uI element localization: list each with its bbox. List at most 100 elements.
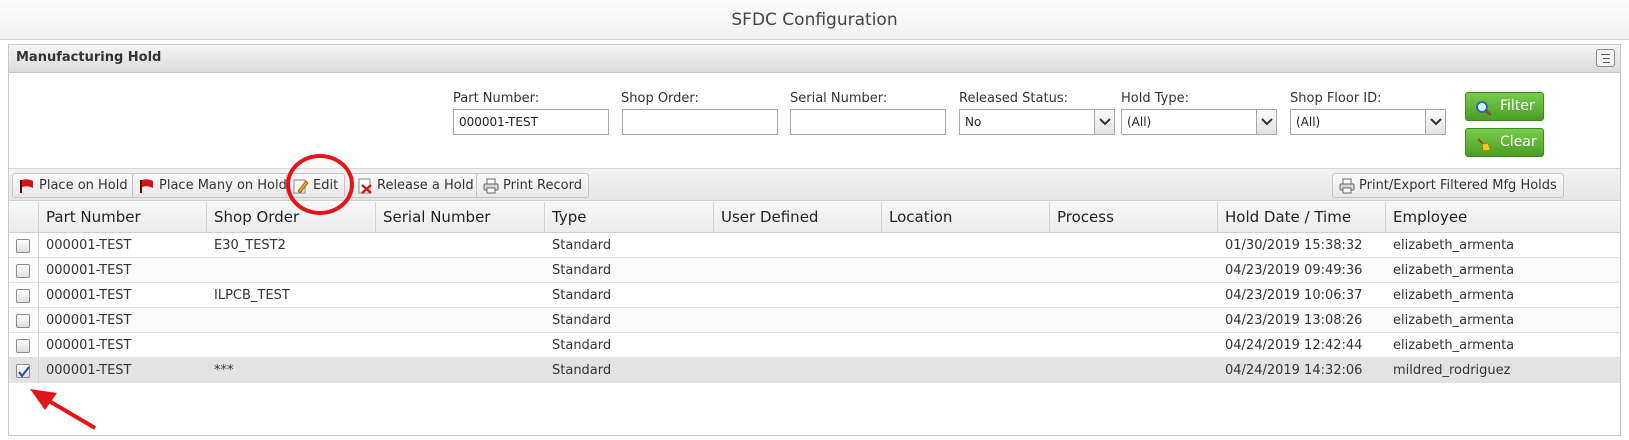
cell-process [1050, 233, 1218, 258]
cell-serial-number [376, 333, 545, 358]
column-header-part-number[interactable]: Part Number [39, 202, 207, 233]
cell-part-number: 000001-TEST [46, 363, 132, 378]
cell-location [882, 333, 1050, 358]
column-header-process[interactable]: Process [1050, 202, 1218, 233]
red-flag-icon [139, 178, 155, 194]
cell-user-defined [714, 333, 882, 358]
table-row[interactable]: 000001-TEST E30_TEST2 Standard 01/30/2019 1… [9, 233, 1620, 258]
red-flag-icon [19, 178, 35, 194]
cell-serial-number [376, 283, 545, 308]
cell-user-defined [714, 258, 882, 283]
print-export-filtered-button[interactable]: Print/Export Filtered Mfg Holds [1332, 173, 1564, 198]
place-on-hold-label: Place on Hold [39, 178, 128, 193]
cell-part-number: 000001-TEST [46, 338, 132, 353]
printer-icon [483, 178, 499, 194]
cell-shop-order [207, 258, 376, 283]
column-header-hold-date-time[interactable]: Hold Date / Time [1218, 202, 1386, 233]
grid-header: Part Number Shop Order Serial Number Typ… [9, 202, 1620, 233]
release-a-hold-button[interactable]: Release a Hold [350, 173, 481, 198]
panel-options-icon[interactable] [1596, 49, 1615, 67]
cell-type: Standard [552, 313, 612, 328]
column-header-shop-order[interactable]: Shop Order [207, 202, 376, 233]
cell-user-defined [714, 233, 882, 258]
panel-title: Manufacturing Hold [16, 50, 162, 65]
release-a-hold-label: Release a Hold [377, 178, 474, 193]
shop-order-label: Shop Order: [621, 91, 699, 106]
row-checkbox[interactable] [16, 289, 30, 303]
cell-user-defined [714, 308, 882, 333]
hold-type-label: Hold Type: [1121, 91, 1189, 106]
cell-serial-number [376, 358, 545, 383]
shop-floor-id-select[interactable]: (All) [1290, 109, 1446, 135]
cell-type: Standard [552, 363, 612, 378]
released-status-value: No [965, 115, 982, 129]
serial-number-input[interactable] [790, 109, 946, 135]
cell-part-number: 000001-TEST [46, 238, 132, 253]
part-number-input[interactable]: 000001-TEST [453, 109, 609, 135]
filter-button[interactable]: Filter [1465, 92, 1544, 121]
place-many-on-hold-button[interactable]: Place Many on Hold [132, 173, 294, 198]
cell-serial-number [376, 233, 545, 258]
shop-floor-id-value: (All) [1296, 115, 1321, 129]
column-header-user-defined[interactable]: User Defined [714, 202, 882, 233]
chevron-down-icon[interactable] [1256, 110, 1276, 134]
row-checkbox[interactable] [16, 314, 30, 328]
cell-type: Standard [552, 338, 612, 353]
shop-floor-id-label: Shop Floor ID: [1290, 91, 1382, 106]
column-header-employee[interactable]: Employee [1386, 202, 1620, 233]
broom-icon [1475, 135, 1493, 152]
place-many-on-hold-label: Place Many on Hold [159, 178, 287, 193]
cell-shop-order [207, 333, 376, 358]
cell-hold-date-time: 04/23/2019 10:06:37 [1225, 288, 1363, 303]
serial-number-label: Serial Number: [790, 91, 888, 106]
row-select-cell [9, 258, 39, 283]
row-select-cell [9, 333, 39, 358]
app-title: SFDC Configuration [0, 0, 1629, 40]
table-row[interactable]: 000001-TEST ILPCB_TEST Standard 04/23/2019 … [9, 283, 1620, 308]
released-status-select[interactable]: No [959, 109, 1115, 135]
row-select-cell [9, 308, 39, 333]
cell-location [882, 233, 1050, 258]
table-row[interactable]: 000001-TEST Standard 04/23/2019 13:08:26 el… [9, 308, 1620, 333]
manufacturing-hold-panel: Manufacturing Hold Part Number: 000001-T… [8, 44, 1621, 436]
print-record-button[interactable]: Print Record [476, 173, 589, 198]
clear-button[interactable]: Clear [1465, 128, 1544, 157]
grid-toolbar: Place on Hold Place Many on Hold Edit Re… [9, 169, 1620, 201]
column-header-serial-number[interactable]: Serial Number [376, 202, 545, 233]
hold-type-select[interactable]: (All) [1121, 109, 1277, 135]
row-checkbox[interactable] [16, 364, 30, 378]
row-select-cell [9, 283, 39, 308]
print-export-filtered-label: Print/Export Filtered Mfg Holds [1359, 178, 1557, 193]
cell-part-number: 000001-TEST [46, 313, 132, 328]
row-checkbox[interactable] [16, 264, 30, 278]
place-on-hold-button[interactable]: Place on Hold [12, 173, 135, 198]
cell-shop-order [207, 308, 376, 333]
cell-process [1050, 283, 1218, 308]
chevron-down-icon[interactable] [1094, 110, 1114, 134]
part-number-label: Part Number: [453, 91, 540, 106]
cell-shop-order: *** [214, 363, 234, 378]
cell-employee: elizabeth_armenta [1393, 338, 1515, 353]
cell-employee: elizabeth_armenta [1393, 263, 1515, 278]
filter-bar: Part Number: 000001-TEST Shop Order: Ser… [9, 74, 1620, 169]
holds-grid: Part Number Shop Order Serial Number Typ… [9, 202, 1620, 383]
cell-process [1050, 308, 1218, 333]
cell-location [882, 258, 1050, 283]
row-checkbox[interactable] [16, 239, 30, 253]
column-header-location[interactable]: Location [882, 202, 1050, 233]
table-row[interactable]: 000001-TEST *** Standard 04/24/2019 14:32:0… [9, 358, 1620, 383]
grid-body: 000001-TEST E30_TEST2 Standard 01/30/2019 1… [9, 233, 1620, 383]
filter-button-label: Filter [1500, 98, 1535, 114]
row-checkbox[interactable] [16, 339, 30, 353]
shop-order-input[interactable] [622, 109, 778, 135]
table-row[interactable]: 000001-TEST Standard 04/24/2019 12:42:44 el… [9, 333, 1620, 358]
cell-employee: elizabeth_armenta [1393, 238, 1515, 253]
chevron-down-icon[interactable] [1425, 110, 1445, 134]
row-select-cell [9, 233, 39, 258]
cell-location [882, 308, 1050, 333]
column-header-type[interactable]: Type [545, 202, 714, 233]
cell-location [882, 283, 1050, 308]
cell-serial-number [376, 308, 545, 333]
hold-type-value: (All) [1127, 115, 1152, 129]
table-row[interactable]: 000001-TEST Standard 04/23/2019 09:49:36 el… [9, 258, 1620, 283]
